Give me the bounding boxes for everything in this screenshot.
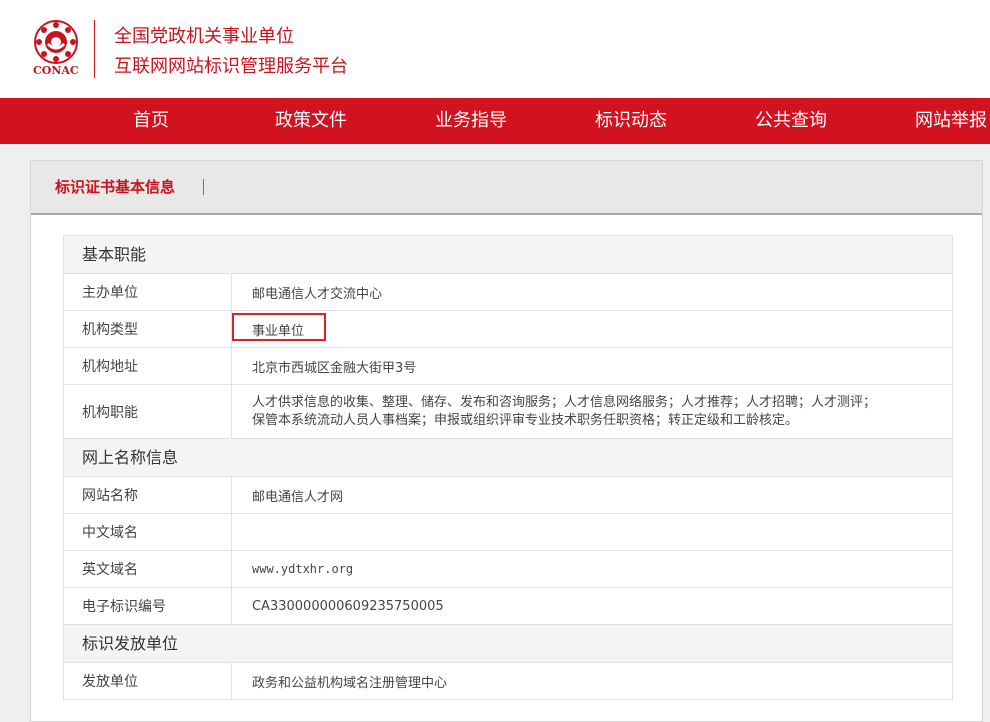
- row-value: [232, 514, 952, 550]
- row-value: 邮电通信人才交流中心: [252, 286, 383, 302]
- main-nav: 首页 政策文件 业务指导 标识动态 公共查询 网站举报: [0, 98, 990, 144]
- table-row: 发放单位 政务和公益机构域名注册管理中心: [64, 663, 952, 700]
- nav-item-policy[interactable]: 政策文件: [275, 98, 347, 144]
- section-title-issuer: 标识发放单位: [64, 625, 952, 663]
- row-label: 机构类型: [64, 311, 232, 347]
- logo-text: CONAC: [33, 64, 79, 77]
- section-title-basic: 基本职能: [64, 236, 952, 274]
- site-title-line1: 全国党政机关事业单位: [114, 26, 294, 47]
- panel-header: 标识证书基本信息: [31, 161, 982, 215]
- table-row: 主办单位 邮电通信人才交流中心: [64, 274, 952, 311]
- section-title-web: 网上名称信息: [64, 439, 952, 477]
- row-label: 机构职能: [64, 385, 232, 438]
- row-label: 英文域名: [64, 551, 232, 587]
- certificate-panel: 标识证书基本信息 基本职能 主办单位 邮电通信人才交流中心 机构类型 事业单位 …: [30, 160, 983, 722]
- row-value: 邮电通信人才网: [252, 489, 344, 505]
- info-table: 基本职能 主办单位 邮电通信人才交流中心 机构类型 事业单位 机构地址 北京市西…: [63, 235, 953, 700]
- nav-item-report[interactable]: 网站举报: [915, 98, 987, 144]
- panel-title-separator: [203, 179, 204, 195]
- table-row: 电子标识编号 CA33000000060923575000​5: [64, 588, 952, 625]
- nav-item-query[interactable]: 公共查询: [755, 98, 827, 144]
- table-row: 机构职能 人才供求信息的收集、整理、储存、发布和咨询服务；人才信息网络服务；人才…: [64, 385, 952, 439]
- row-label: 发放单位: [64, 663, 232, 699]
- row-value-domain: www.ydtxhr.org: [252, 562, 354, 576]
- row-value-functions: 人才供求信息的收集、整理、储存、发布和咨询服务；人才信息网络服务；人才推荐；人才…: [232, 385, 952, 438]
- row-value-id: CA33000000060923575000​5: [252, 598, 444, 614]
- site-title-line2: 互联网网站标识管理服务平台: [114, 56, 348, 77]
- row-label: 主办单位: [64, 274, 232, 310]
- table-row: 中文域名: [64, 514, 952, 551]
- table-row: 网站名称 邮电通信人才网: [64, 477, 952, 514]
- nav-item-guidance[interactable]: 业务指导: [435, 98, 507, 144]
- functions-line1: 人才供求信息的收集、整理、储存、发布和咨询服务；人才信息网络服务；人才推荐；人才…: [252, 394, 877, 410]
- row-value: 政务和公益机构域名注册管理中心: [252, 675, 448, 691]
- table-row: 英文域名 www.ydtxhr.org: [64, 551, 952, 588]
- nav-item-news[interactable]: 标识动态: [595, 98, 667, 144]
- row-label: 电子标识编号: [64, 588, 232, 624]
- site-header: CONAC 全国党政机关事业单位 互联网网站标识管理服务平台: [0, 0, 990, 98]
- header-divider: [94, 20, 95, 78]
- table-row: 机构地址 北京市西城区金融大街甲3号: [64, 348, 952, 385]
- row-label: 中文域名: [64, 514, 232, 550]
- row-label: 网站名称: [64, 477, 232, 513]
- functions-line2: 保管本系统流动人员人事档案；申报或组织评审专业技术职务任职资格；转正定级和工龄核…: [252, 412, 799, 428]
- nav-item-home[interactable]: 首页: [133, 98, 169, 144]
- highlight-box: [232, 313, 326, 341]
- row-label: 机构地址: [64, 348, 232, 384]
- row-value-org-type: 事业单位: [252, 323, 305, 339]
- row-value: 北京市西城区金融大街甲3号: [252, 360, 417, 376]
- panel-title[interactable]: 标识证书基本信息: [55, 161, 175, 213]
- table-row: 机构类型 事业单位: [64, 311, 952, 348]
